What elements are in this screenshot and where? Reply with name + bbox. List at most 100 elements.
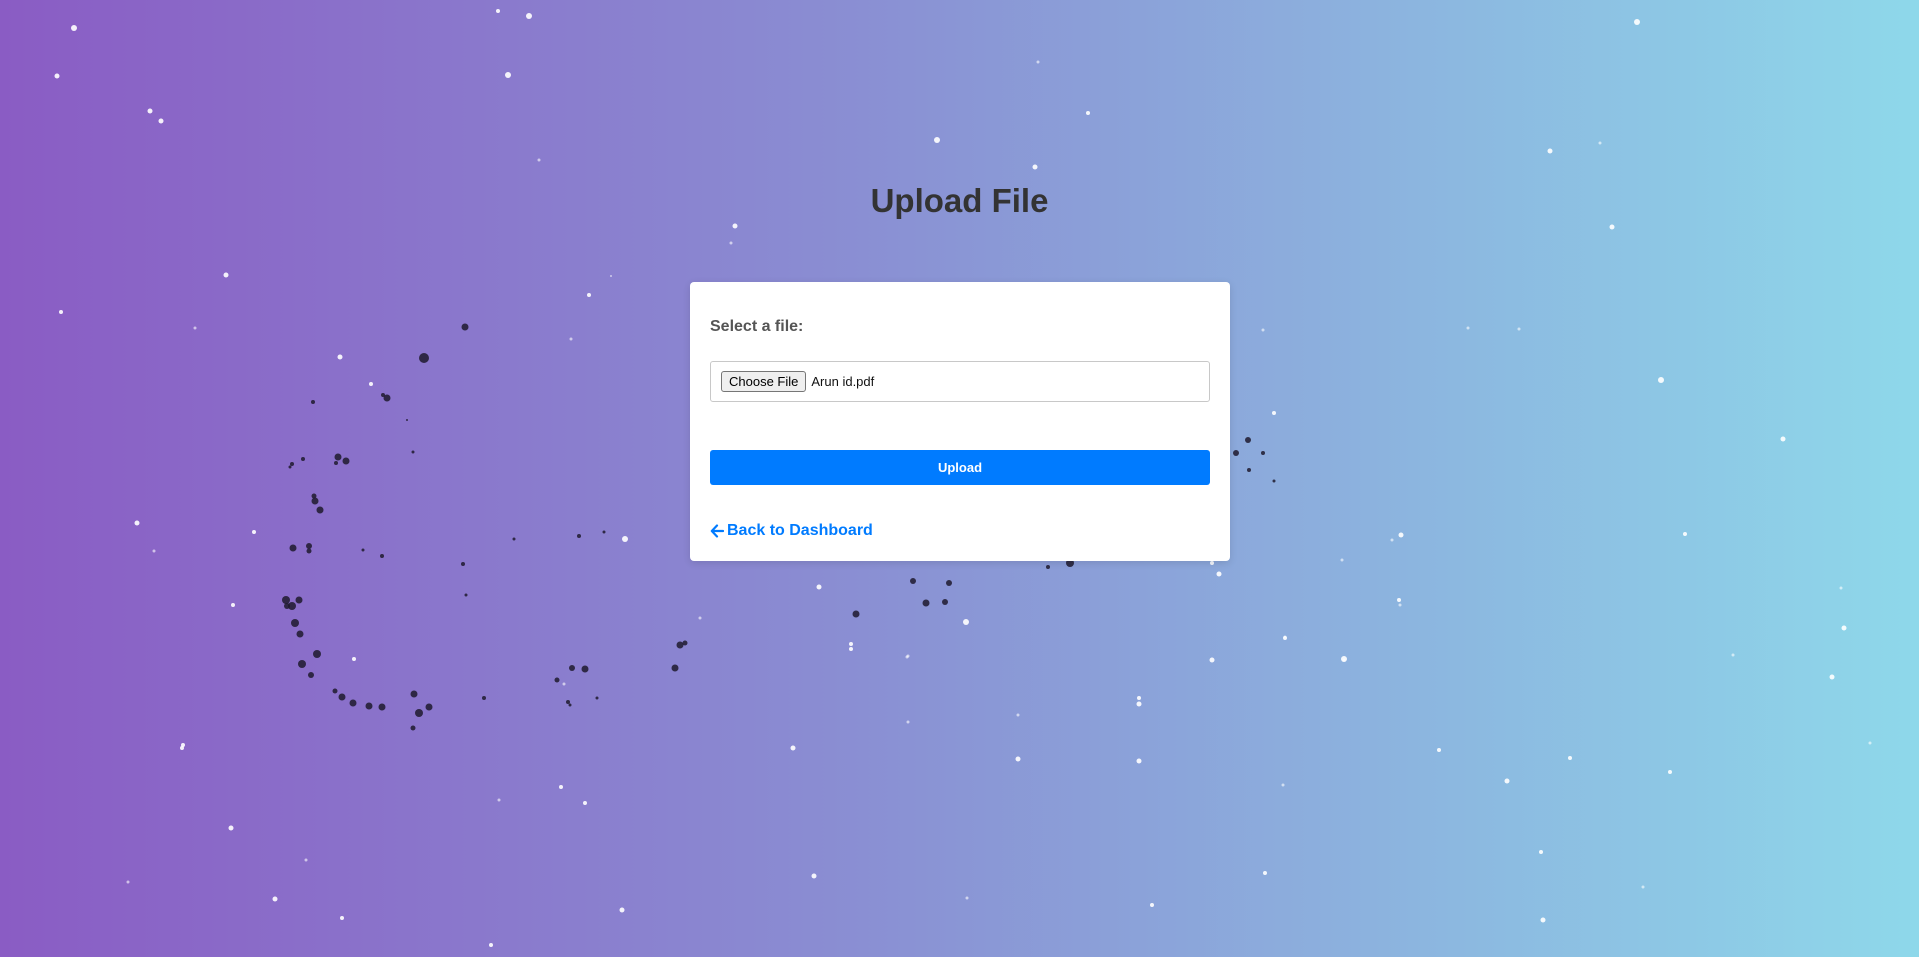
background-particle [282, 596, 290, 604]
background-particle [852, 610, 860, 618]
background-particle [1210, 561, 1214, 565]
background-particle [559, 785, 563, 789]
background-particle [482, 696, 486, 700]
background-particle [1137, 696, 1141, 700]
select-file-label: Select a file: [710, 318, 804, 335]
background-particle [147, 108, 153, 114]
background-particle [158, 118, 164, 124]
background-particle [352, 657, 356, 661]
background-particle [134, 520, 140, 526]
background-particle [512, 537, 516, 541]
background-particle [380, 554, 384, 558]
background-particle [152, 549, 156, 553]
background-particle [732, 223, 738, 229]
background-particle [577, 534, 581, 538]
background-particle [811, 873, 817, 879]
background-particle [464, 593, 468, 597]
background-particle [569, 665, 575, 671]
background-particle [1398, 603, 1402, 607]
background-particle [1437, 748, 1441, 752]
background-particle [1209, 657, 1215, 663]
background-particle [1598, 141, 1602, 145]
selected-file-name: Arun id.pdf [811, 374, 875, 389]
background-particle [729, 241, 733, 245]
background-particle [922, 599, 930, 607]
background-particle [340, 916, 344, 920]
background-particle [622, 536, 628, 542]
background-particle [126, 880, 130, 884]
background-particle [381, 393, 385, 397]
background-particle [415, 709, 423, 717]
background-particle [816, 584, 822, 590]
background-particle [1504, 778, 1510, 784]
background-particle [291, 619, 299, 627]
background-particle [942, 599, 948, 605]
background-particle [1540, 917, 1546, 923]
background-particle [1150, 903, 1154, 907]
background-particle [316, 506, 324, 514]
background-particle [296, 630, 304, 638]
background-particle [906, 654, 910, 658]
background-particle [228, 825, 234, 831]
background-particle [337, 354, 343, 360]
background-particle [1086, 111, 1090, 115]
back-link-label: Back to Dashboard [727, 522, 873, 539]
background-particle [505, 72, 511, 78]
background-particle [595, 696, 599, 700]
background-particle [308, 672, 314, 678]
background-particle [1036, 60, 1040, 64]
background-particle [284, 603, 290, 609]
background-particle [906, 720, 910, 724]
background-particle [59, 310, 63, 314]
background-particle [963, 619, 969, 625]
background-particle [1568, 756, 1572, 760]
background-particle [223, 272, 229, 278]
background-particle [790, 745, 796, 751]
background-particle [526, 13, 532, 19]
background-particle [1609, 224, 1615, 230]
background-particle [587, 293, 591, 297]
background-particle [295, 596, 303, 604]
background-particle [849, 647, 853, 651]
background-particle [1272, 411, 1276, 415]
background-particle [1868, 741, 1872, 745]
background-particle [311, 493, 317, 499]
background-particle [311, 400, 315, 404]
choose-file-button[interactable]: Choose File [721, 371, 807, 392]
background-particle [566, 700, 570, 704]
background-particle [1539, 850, 1543, 854]
background-particle [425, 703, 433, 711]
file-input[interactable]: Choose File Arun id.pdf [710, 361, 1210, 402]
background-particle [581, 665, 589, 673]
back-to-dashboard-link[interactable]: Back to Dashboard [710, 522, 873, 540]
background-particle [1263, 871, 1267, 875]
background-particle [1216, 571, 1222, 577]
background-particle [537, 158, 541, 162]
page-title: Upload File [870, 182, 1049, 219]
background-particle [496, 9, 500, 13]
upload-button[interactable]: Upload [710, 450, 1210, 485]
background-particle [1032, 164, 1038, 170]
background-particle [54, 73, 60, 79]
background-particle [193, 326, 197, 330]
background-particle [1245, 437, 1251, 443]
background-particle [71, 25, 77, 31]
background-particle [338, 693, 346, 701]
background-particle [965, 896, 969, 900]
background-particle [1261, 328, 1265, 332]
background-particle [554, 677, 560, 683]
background-particle [1283, 636, 1287, 640]
background-particle [231, 603, 235, 607]
background-particle [682, 640, 688, 646]
background-particle [1780, 436, 1786, 442]
background-particle [1247, 468, 1251, 472]
background-particle [568, 703, 572, 707]
background-particle [311, 497, 319, 505]
background-particle [301, 457, 305, 461]
background-particle [562, 682, 566, 686]
background-particle [349, 699, 357, 707]
background-particle [1281, 783, 1285, 787]
background-particle [334, 461, 338, 465]
background-particle [1634, 19, 1640, 25]
background-particle [1233, 450, 1239, 456]
